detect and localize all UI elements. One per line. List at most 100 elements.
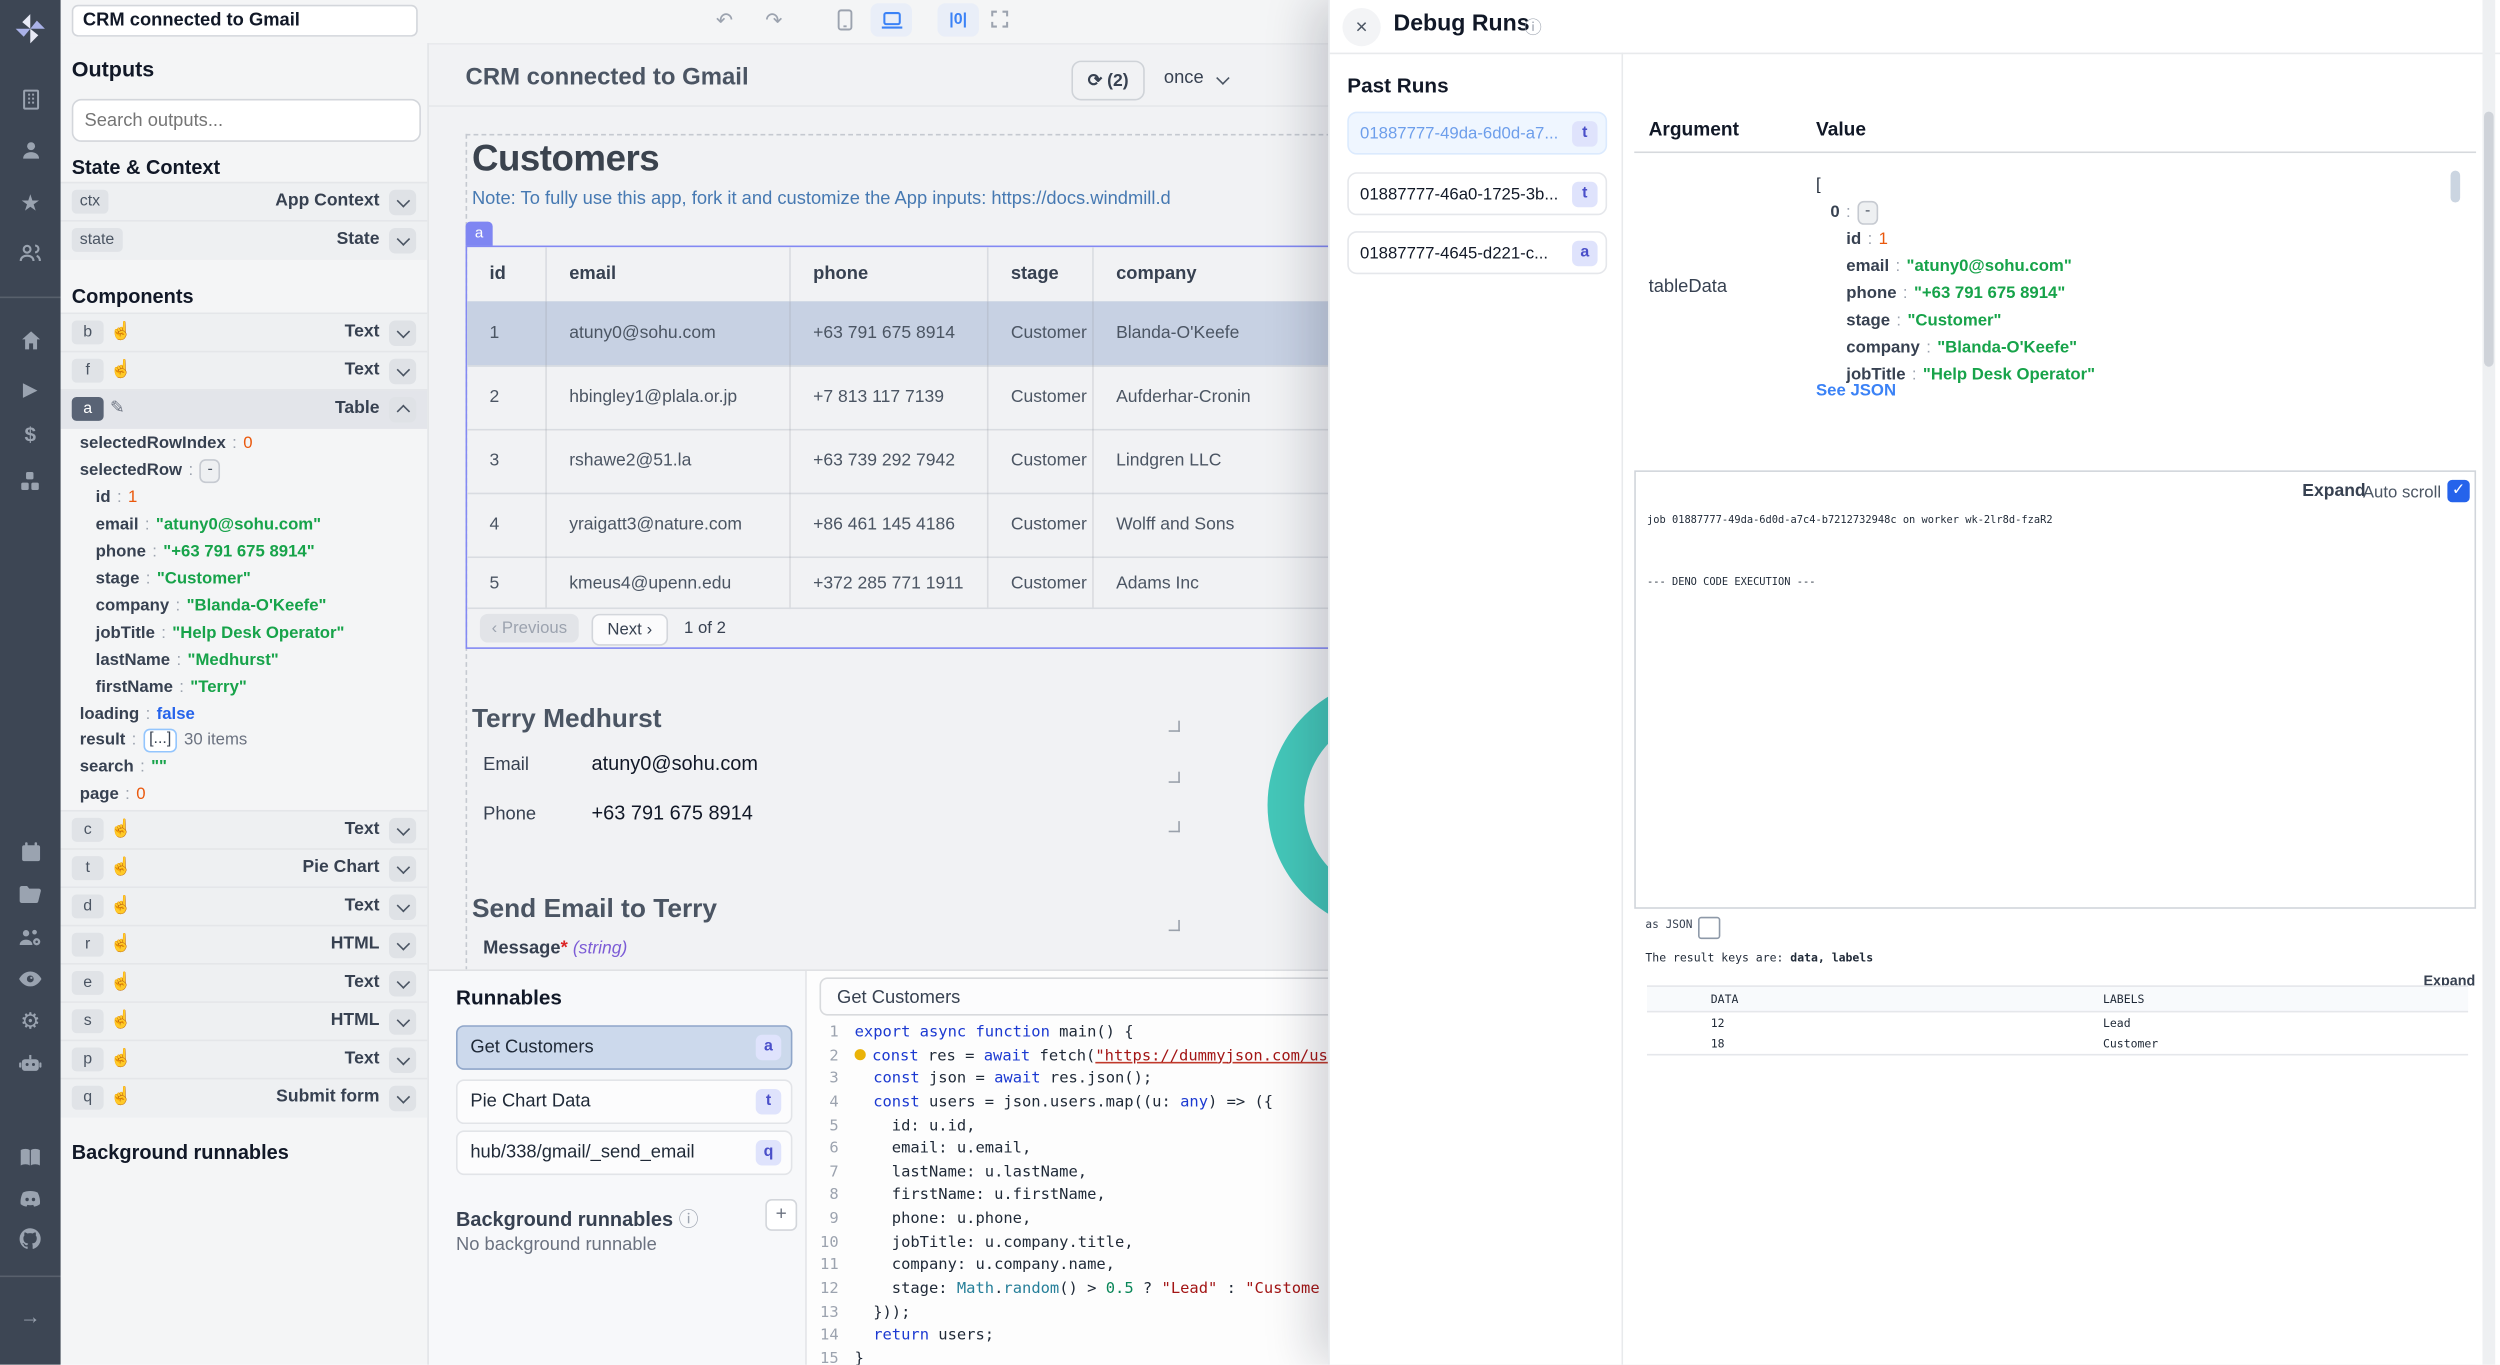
search-outputs-input[interactable] (72, 99, 421, 142)
runnable-item-get-customers[interactable]: Get Customers a (456, 1025, 792, 1070)
past-run-card[interactable]: 01887777-46a0-1725-3b... t (1347, 172, 1607, 215)
close-icon[interactable]: × (1342, 8, 1380, 46)
resize-handle[interactable] (1169, 772, 1180, 783)
panel-scrollbar[interactable] (2482, 0, 2495, 1365)
chevron-down-icon[interactable] (389, 228, 416, 254)
customers-heading[interactable]: Customers (472, 137, 659, 180)
docs-book-icon[interactable] (0, 1145, 61, 1171)
add-background-runnable-button[interactable]: + (765, 1199, 797, 1231)
user-icon[interactable] (0, 139, 61, 163)
grid-compact-icon[interactable]: |0| (938, 3, 979, 36)
log-line: job 01887777-49da-6d0d-a7c4-b7212732948c… (1647, 513, 2053, 526)
groups-icon[interactable] (0, 241, 61, 267)
prop-result[interactable]: result:[...]30 items (61, 727, 429, 754)
collapse-arrow-icon[interactable]: → (0, 1304, 61, 1330)
runnable-badge: a (756, 1035, 782, 1061)
column-header[interactable]: stage (987, 247, 1092, 301)
output-row-ctx[interactable]: ctx App Context (61, 182, 428, 222)
log-box: job 01887777-49da-6d0d-a7c4-b7212732948c… (1634, 470, 2476, 908)
send-email-heading[interactable]: Send Email to Terry (472, 894, 717, 924)
pencil-icon[interactable]: ✎ (110, 397, 125, 418)
component-row-c[interactable]: c☝Text (61, 810, 428, 850)
chevron-down-icon[interactable] (389, 1048, 416, 1074)
chevron-down-icon[interactable] (389, 894, 416, 920)
chevron-down-icon[interactable] (389, 933, 416, 959)
chevron-down-icon[interactable] (389, 856, 416, 882)
component-row-s[interactable]: s☝HTML (61, 1001, 428, 1041)
fullscreen-icon[interactable] (989, 8, 1011, 40)
past-run-card[interactable]: 01887777-49da-6d0d-a7... t (1347, 112, 1607, 155)
past-run-card[interactable]: 01887777-4645-d221-c... a (1347, 231, 1607, 274)
outputs-title: Outputs (72, 57, 155, 81)
next-page-button[interactable]: Next› (592, 614, 669, 646)
component-row-q[interactable]: q☝Submit form (61, 1078, 428, 1118)
github-icon[interactable] (0, 1226, 61, 1252)
autoscroll-checkbox[interactable]: ✓ (2447, 480, 2469, 502)
workers-icon[interactable] (0, 925, 61, 951)
prop-stage: stage:"Customer" (61, 566, 429, 593)
see-json-link[interactable]: See JSON (1816, 381, 1896, 400)
runnables-title: Runnables (456, 985, 562, 1009)
email-value[interactable]: atuny0@sohu.com (592, 753, 758, 775)
previous-page-button[interactable]: ‹Previous (480, 614, 579, 643)
json-index-row[interactable]: 0:- (1830, 199, 1878, 226)
output-row-state[interactable]: state State (61, 220, 428, 260)
column-header[interactable]: id (467, 247, 545, 301)
prop-selectedRow[interactable]: selectedRow:- (61, 458, 429, 485)
audit-eye-icon[interactable] (0, 966, 61, 992)
component-row-t[interactable]: t☝Pie Chart (61, 848, 428, 888)
resize-handle[interactable] (1169, 721, 1180, 732)
phone-value[interactable]: +63 791 675 8914 (592, 802, 753, 824)
runnable-item-send-email[interactable]: hub/338/gmail/_send_email q (456, 1130, 792, 1175)
folders-icon[interactable] (0, 882, 61, 908)
resize-handle[interactable] (1169, 920, 1180, 931)
contact-name-heading[interactable]: Terry Medhurst (472, 705, 662, 735)
component-row-r[interactable]: r☝HTML (61, 925, 428, 965)
chevron-down-icon[interactable] (389, 359, 416, 385)
runs-play-icon[interactable]: ▶ (0, 376, 61, 402)
redo-icon[interactable]: ↷ (765, 5, 782, 37)
chevron-up-icon[interactable] (389, 397, 416, 423)
value-scrollbar[interactable] (2451, 171, 2461, 203)
note-text[interactable]: Note: To fully use this app, fork it and… (472, 190, 1171, 209)
chevron-down-icon[interactable] (389, 190, 416, 216)
pointer-icon: ☝ (110, 1048, 132, 1069)
variables-dollar-icon[interactable]: $ (0, 423, 61, 449)
undo-icon[interactable]: ↶ (716, 5, 733, 37)
chevron-down-icon[interactable] (389, 1086, 416, 1112)
column-header[interactable]: phone (789, 247, 987, 301)
chevron-down-icon[interactable] (389, 818, 416, 844)
schedules-calendar-icon[interactable] (0, 840, 61, 864)
schedule-dropdown[interactable]: once (1164, 69, 1228, 88)
desktop-preview-icon[interactable] (871, 3, 912, 36)
windmill-logo-icon[interactable] (0, 11, 61, 46)
component-row-p[interactable]: p☝Text (61, 1040, 428, 1080)
workspace-icon[interactable] (0, 88, 61, 112)
column-header[interactable]: email (545, 247, 789, 301)
component-row-b[interactable]: b ☝ Text (61, 313, 428, 353)
table-cell: +63 739 292 7942 (789, 429, 987, 493)
component-row-a-selected[interactable]: a ✎ Table (61, 389, 428, 429)
resources-cubes-icon[interactable] (0, 469, 61, 495)
component-row-f[interactable]: f ☝ Text (61, 351, 428, 391)
settings-gear-icon[interactable]: ⚙ (0, 1008, 61, 1034)
runnable-item-pie-chart-data[interactable]: Pie Chart Data t (456, 1079, 792, 1124)
refresh-button[interactable]: ⟳ (2) (1071, 61, 1144, 101)
hint-bulb-icon[interactable] (855, 1049, 866, 1060)
component-row-e[interactable]: e☝Text (61, 963, 428, 1003)
chevron-down-icon[interactable] (389, 320, 416, 346)
ai-robot-icon[interactable] (0, 1051, 61, 1077)
chevron-down-icon[interactable] (389, 971, 416, 997)
home-icon[interactable] (0, 328, 61, 352)
app-title-input[interactable] (72, 5, 418, 37)
component-type: Text (345, 322, 380, 341)
favorites-star-icon[interactable]: ★ (0, 190, 61, 216)
discord-icon[interactable] (0, 1186, 61, 1212)
pointer-icon: ☝ (110, 933, 132, 954)
mobile-preview-icon[interactable] (835, 8, 854, 41)
as-json-checkbox[interactable] (1698, 917, 1720, 939)
chevron-down-icon[interactable] (389, 1009, 416, 1035)
log-expand-link[interactable]: Expand (2302, 482, 2365, 501)
component-row-d[interactable]: d☝Text (61, 886, 428, 926)
resize-handle[interactable] (1169, 821, 1180, 832)
